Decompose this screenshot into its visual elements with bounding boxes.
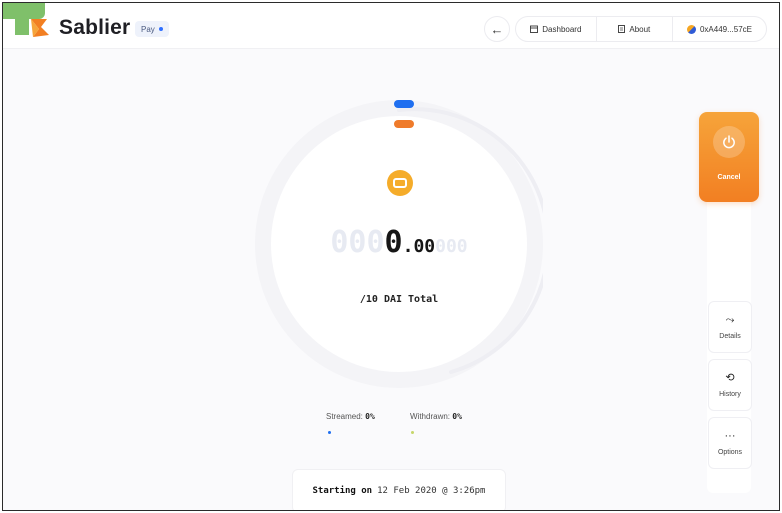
network-dot	[158, 27, 163, 31]
details-icon: ⤳	[725, 313, 735, 326]
cancel-label: Cancel	[717, 174, 741, 181]
streamed-dot	[328, 431, 331, 434]
dai-token-icon	[387, 170, 413, 196]
streamed-value: 0%	[365, 412, 375, 421]
stream-total: /10 DAI Total	[359, 294, 439, 305]
nav-about[interactable]: About	[595, 17, 672, 41]
streamed-amount: 0000.00000	[303, 225, 495, 260]
options-icon: ···	[724, 429, 736, 442]
coin-glyph	[393, 178, 407, 188]
top-bar: Sablier Pay ← Dashboard About 0xA449...5…	[3, 3, 779, 49]
cancel-button[interactable]: Cancel	[699, 112, 759, 202]
amount-integer: 0	[384, 225, 403, 260]
nav-about-label: About	[629, 24, 651, 34]
document-icon	[618, 25, 626, 33]
wallet-address-button[interactable]: 0xA449...57cE	[671, 17, 766, 41]
wallet-address: 0xA449...57cE	[699, 24, 752, 34]
back-arrow-icon: ←	[490, 21, 504, 37]
start-prefix: Starting on	[312, 486, 373, 496]
withdrawn-value: 0%	[452, 412, 462, 421]
amount-decimals: .00	[402, 236, 436, 257]
header-nav: Dashboard About 0xA449...57cE	[515, 16, 767, 42]
history-button[interactable]: ⟲ History	[708, 359, 752, 411]
streamed-label: Streamed:	[326, 412, 363, 421]
history-label: History	[719, 390, 741, 398]
start-date: 12 Feb 2020 @ 3:26pm	[377, 486, 486, 496]
back-button[interactable]: ←	[484, 16, 510, 42]
details-button[interactable]: ⤳ Details	[708, 301, 752, 353]
withdrawn-indicator	[394, 120, 414, 128]
pay-label: Pay	[141, 24, 155, 34]
details-label: Details	[719, 332, 741, 340]
amount-trailing-zeros: 000	[435, 236, 468, 257]
options-button[interactable]: ··· Options	[708, 417, 752, 469]
wallet-avatar-icon	[686, 24, 696, 34]
nav-dashboard[interactable]: Dashboard	[516, 17, 596, 41]
amount-leading-zeros: 000	[330, 225, 385, 260]
brand-name[interactable]: Sablier	[59, 16, 130, 40]
nav-dashboard-label: Dashboard	[542, 24, 582, 34]
streamed-stat: Streamed: 0%	[326, 412, 375, 421]
options-label: Options	[717, 448, 743, 456]
streamed-indicator	[394, 100, 414, 108]
history-icon: ⟲	[725, 371, 735, 384]
app-window: Sablier Pay ← Dashboard About 0xA449...5…	[2, 2, 780, 511]
start-date-card: Starting on 12 Feb 2020 @ 3:26pm	[292, 469, 506, 510]
withdrawn-stat: Withdrawn: 0%	[410, 412, 462, 421]
withdrawn-dot	[411, 431, 414, 434]
sablier-logo-icon	[31, 19, 49, 37]
power-symbol	[723, 135, 735, 149]
pay-badge: Pay	[135, 21, 169, 37]
withdrawn-label: Withdrawn:	[410, 412, 451, 421]
calendar-icon	[530, 25, 539, 33]
power-icon	[713, 126, 745, 158]
